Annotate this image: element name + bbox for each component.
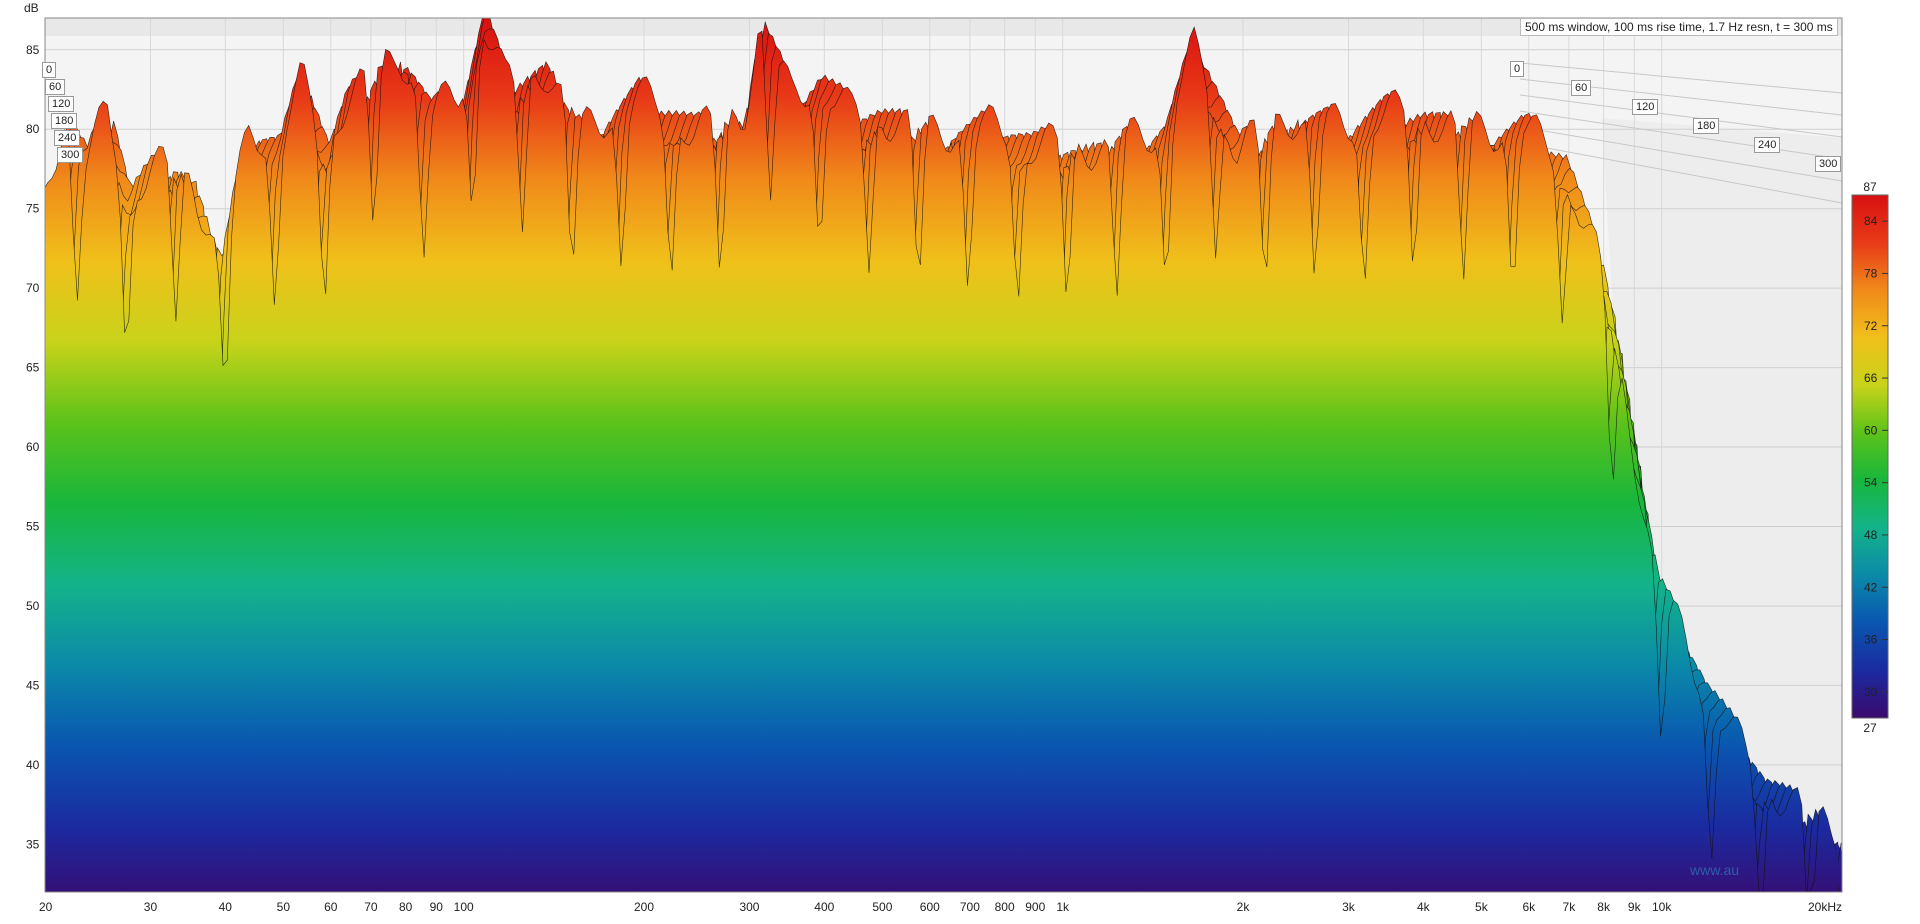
x-tick-label: 70 [364, 900, 378, 914]
time-tick-right: 60 [1571, 80, 1592, 96]
x-tick-label: 600 [920, 900, 940, 914]
chart-title: 500 ms window, 100 ms rise time, 1.7 Hz … [1520, 18, 1838, 36]
time-tick-left: 300 [57, 147, 84, 163]
x-tick-label: 2k [1237, 900, 1251, 914]
y-tick-label: 70 [26, 281, 40, 295]
time-tick-left: 240 [54, 130, 81, 146]
color-bar-tick-label: 30 [1864, 685, 1878, 699]
x-tick-label: 30 [144, 900, 158, 914]
color-bar-tick-label: 42 [1864, 580, 1878, 594]
x-tick-label: 400 [814, 900, 834, 914]
time-tick-left: 180 [51, 113, 78, 129]
color-bar-tick-label: 48 [1864, 528, 1878, 542]
time-tick-left: 60 [45, 79, 66, 95]
y-tick-label: 60 [26, 440, 40, 454]
x-tick-label: 7k [1563, 900, 1577, 914]
x-tick-label: 10k [1652, 900, 1672, 914]
color-bar-tick-label: 54 [1864, 476, 1878, 490]
y-tick-label: 50 [26, 599, 40, 613]
x-tick-label: 300 [739, 900, 759, 914]
x-tick-label: 40 [219, 900, 233, 914]
y-tick-label: 35 [26, 837, 40, 851]
time-tick-right: 0 [1510, 61, 1525, 77]
waterfall-chart: dB 35 40 45 50 55 60 65 70 75 80 85 20 30 40 50 60 70 80 90… [0, 0, 1920, 919]
x-tick-label: 800 [995, 900, 1015, 914]
time-tick-right: 300 [1815, 156, 1842, 172]
color-bar: 87 27 30 36 42 48 54 60 66 72 78 84 [1851, 180, 1889, 735]
y-tick-label: 80 [26, 122, 40, 136]
time-tick-right: 240 [1754, 137, 1781, 153]
x-tick-label: 20kHz [1808, 900, 1842, 914]
y-tick-label: 85 [26, 43, 40, 57]
x-tick-label: 80 [399, 900, 413, 914]
color-bar-tick-label: 84 [1864, 214, 1878, 228]
x-tick-label: 200 [634, 900, 654, 914]
time-tick-left: 120 [48, 96, 75, 112]
y-tick-label: 75 [26, 202, 40, 216]
x-tick-label: 3k [1342, 900, 1356, 914]
y-tick-label: 40 [26, 758, 40, 772]
x-tick-label: 1k [1056, 900, 1070, 914]
chart-svg: dB 35 40 45 50 55 60 65 70 75 80 85 20 30 40 50 60 70 80 90… [0, 0, 1920, 919]
x-tick-label: 90 [430, 900, 444, 914]
x-tick-label: 100 [454, 900, 474, 914]
x-tick-label: 60 [324, 900, 338, 914]
y-tick-label: 55 [26, 520, 40, 534]
x-tick-label: 20 [39, 900, 53, 914]
x-tick-label: 5k [1475, 900, 1489, 914]
color-bar-tick-label: 72 [1864, 319, 1878, 333]
x-tick-label: 4k [1417, 900, 1431, 914]
color-bar-tick-label: 78 [1864, 266, 1878, 280]
y-tick-label: 65 [26, 361, 40, 375]
time-tick-right: 120 [1632, 99, 1659, 115]
time-tick-left: 0 [42, 62, 57, 78]
x-tick-label: 6k [1522, 900, 1536, 914]
color-bar-tick-label: 66 [1864, 371, 1878, 385]
color-bar-max-label: 87 [1863, 180, 1877, 194]
color-bar-tick-label: 60 [1864, 423, 1878, 437]
y-axis-label: dB [24, 1, 39, 15]
x-tick-label: 700 [960, 900, 980, 914]
x-tick-label: 8k [1597, 900, 1611, 914]
watermark: www.au [1690, 862, 1740, 878]
y-tick-label: 45 [26, 678, 40, 692]
color-bar-tick-label: 36 [1864, 633, 1878, 647]
x-tick-label: 900 [1025, 900, 1045, 914]
x-tick-label: 500 [872, 900, 892, 914]
x-tick-label: 9k [1628, 900, 1642, 914]
x-tick-label: 50 [277, 900, 291, 914]
time-tick-right: 180 [1693, 118, 1720, 134]
color-bar-min-label: 27 [1863, 721, 1877, 735]
